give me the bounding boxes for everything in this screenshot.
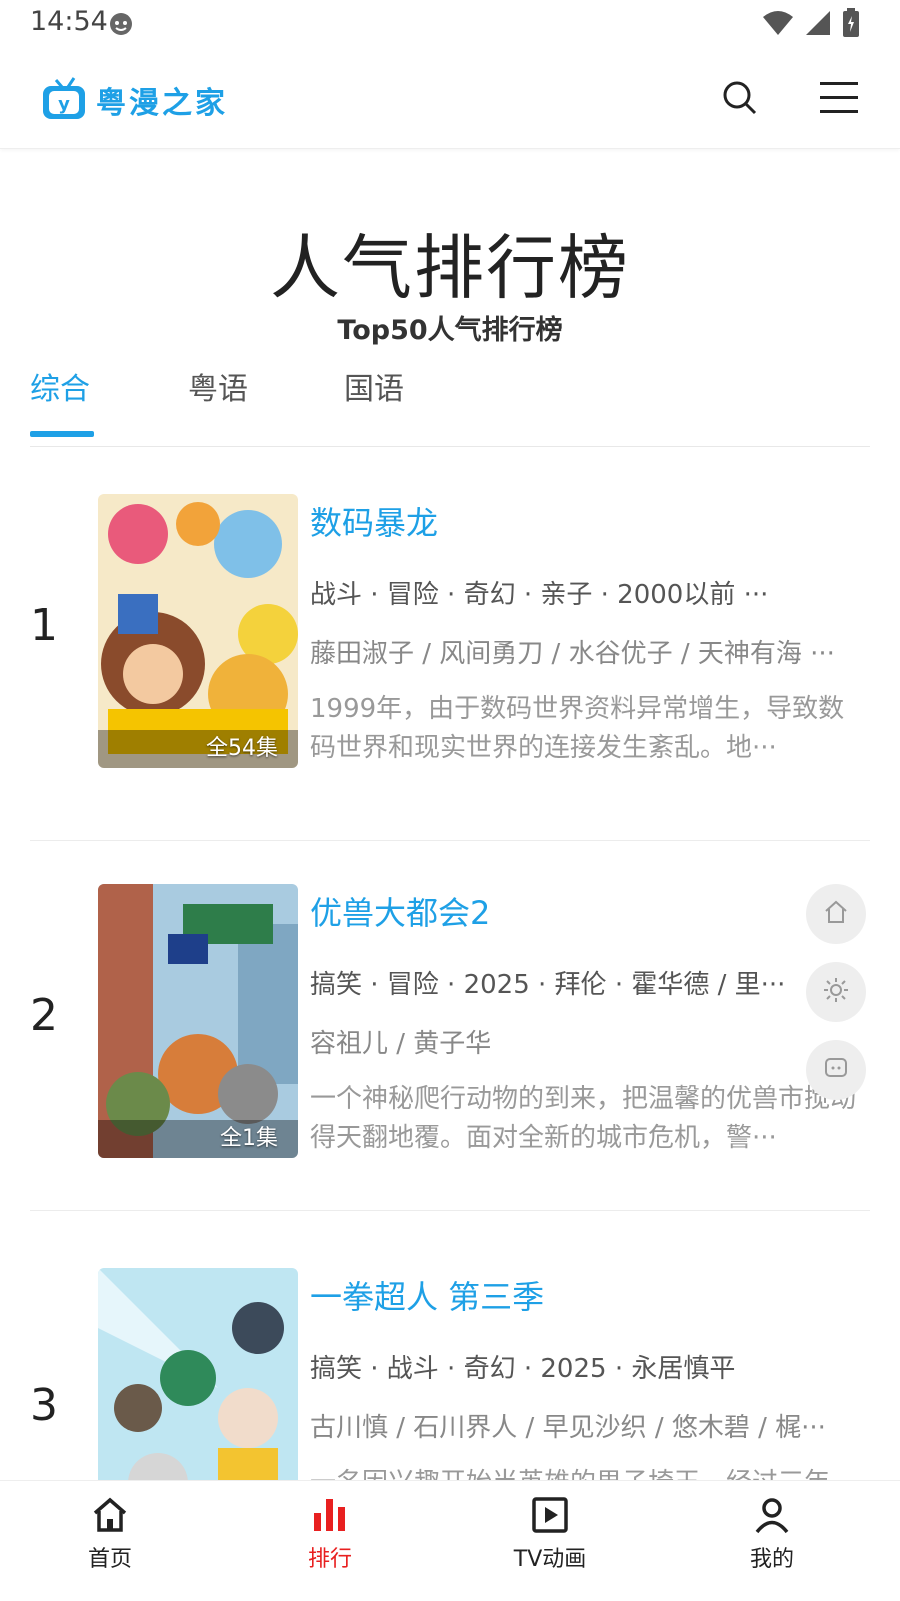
nav-label: 排行 bbox=[307, 1547, 352, 1572]
float-home-button[interactable] bbox=[806, 884, 866, 944]
item-tags: 搞笑 · 冒险 · 2025 · 拜伦 · 霍华德 / 里··· bbox=[310, 970, 786, 1000]
item-tags: 搞笑 · 战斗 · 奇幻 · 2025 · 永居慎平 bbox=[310, 1354, 736, 1384]
notification-face-icon bbox=[108, 11, 134, 41]
page-subtitle: Top50人气排行榜 bbox=[337, 315, 563, 346]
ranking-list-item[interactable]: 1 全54集 数码暴龙 战斗 · 冒险 · 奇幻 · 亲子 · 2000以前 ·… bbox=[30, 450, 870, 841]
bar-chart-icon bbox=[270, 1493, 390, 1537]
sun-icon bbox=[822, 976, 850, 1008]
nav-profile[interactable]: 我的 bbox=[712, 1493, 832, 1573]
item-cast: 古川慎 / 石川界人 / 早见沙织 / 悠木碧 / 梶··· bbox=[310, 1413, 826, 1443]
rank-number: 2 bbox=[30, 990, 58, 1041]
page-title: 人气排行榜 bbox=[270, 227, 630, 309]
menu-button[interactable] bbox=[818, 78, 860, 118]
episode-count-badge: 全1集 bbox=[220, 1126, 278, 1151]
item-description: 一个神秘爬行动物的到来，把温馨的优兽市搅动得天翻地覆。面对全新的城市危机，警··… bbox=[310, 1084, 857, 1153]
wifi-icon bbox=[762, 9, 794, 41]
item-description: 1999年，由于数码世界资料异常增生，导致数码世界和现实世界的连接发生紊乱。地·… bbox=[310, 694, 845, 763]
episode-count-badge: 全54集 bbox=[206, 736, 278, 761]
home-icon bbox=[822, 898, 850, 930]
active-tab-indicator bbox=[30, 431, 94, 437]
item-cast: 容祖儿 / 黄子华 bbox=[310, 1029, 492, 1059]
play-square-icon bbox=[490, 1493, 610, 1537]
item-tags: 战斗 · 冒险 · 奇幻 · 亲子 · 2000以前 ··· bbox=[310, 580, 769, 610]
user-icon bbox=[712, 1493, 832, 1537]
search-icon bbox=[720, 81, 760, 122]
item-description: 一名因兴趣开始当英雄的男子埼玉，经过三年 bbox=[310, 1464, 870, 1480]
tab-comprehensive[interactable]: 综合 bbox=[30, 360, 90, 430]
ranking-list-item[interactable]: 2 全1集 优兽大都会2 搞笑 · 冒险 · 2025 · 拜伦 · 霍华德 /… bbox=[30, 840, 870, 1211]
item-info: 数码暴龙 战斗 · 冒险 · 奇幻 · 亲子 · 2000以前 ··· 藤田淑子… bbox=[310, 498, 870, 768]
item-info: 一拳超人 第三季 搞笑 · 战斗 · 奇幻 · 2025 · 永居慎平 古川慎 … bbox=[310, 1272, 870, 1480]
rank-number: 1 bbox=[30, 600, 58, 651]
item-title[interactable]: 一拳超人 第三季 bbox=[310, 1272, 870, 1318]
item-title[interactable]: 数码暴龙 bbox=[310, 498, 870, 544]
nav-label: TV动画 bbox=[513, 1547, 587, 1572]
battery-icon bbox=[842, 8, 860, 42]
poster-image[interactable]: 全1集 bbox=[98, 884, 298, 1158]
ranking-list-item[interactable]: 3 一拳超人 第三季 搞笑 · 战斗 · 奇幻 · 2025 · 永居慎平 古川… bbox=[30, 1230, 870, 1480]
hamburger-menu-icon bbox=[818, 82, 860, 122]
item-cast: 藤田淑子 / 风间勇刀 / 水谷优子 / 天神有海 ··· bbox=[310, 639, 835, 669]
chat-icon bbox=[822, 1054, 850, 1086]
signal-icon bbox=[804, 9, 832, 41]
float-theme-button[interactable] bbox=[806, 962, 866, 1022]
ranking-tabs: 综合 粤语 国语 bbox=[30, 360, 870, 447]
nav-ranking[interactable]: 排行 bbox=[270, 1493, 390, 1573]
rank-number: 3 bbox=[30, 1380, 58, 1431]
item-info: 优兽大都会2 搞笑 · 冒险 · 2025 · 拜伦 · 霍华德 / 里··· … bbox=[310, 888, 870, 1158]
poster-image[interactable]: 全54集 bbox=[98, 494, 298, 768]
bottom-navigation: 首页 排行 TV动画 我的 bbox=[0, 1480, 900, 1601]
item-title[interactable]: 优兽大都会2 bbox=[310, 888, 870, 934]
tv-logo-icon: y bbox=[40, 74, 90, 126]
home-icon bbox=[50, 1493, 170, 1537]
float-chat-button[interactable] bbox=[806, 1040, 866, 1100]
poster-image[interactable] bbox=[98, 1268, 298, 1480]
status-time: 14:54 bbox=[30, 6, 108, 37]
site-logo[interactable]: y 粤漫之家 bbox=[40, 74, 228, 126]
logo-text: 粤漫之家 bbox=[96, 86, 228, 121]
status-bar: 14:54 bbox=[0, 0, 900, 46]
tab-mandarin[interactable]: 国语 bbox=[344, 360, 404, 430]
nav-tv-anime[interactable]: TV动画 bbox=[490, 1493, 610, 1573]
nav-label: 首页 bbox=[87, 1547, 132, 1572]
nav-label: 我的 bbox=[749, 1547, 794, 1572]
nav-home[interactable]: 首页 bbox=[50, 1493, 170, 1573]
tab-cantonese[interactable]: 粤语 bbox=[188, 360, 248, 430]
svg-text:y: y bbox=[58, 94, 70, 115]
search-button[interactable] bbox=[720, 78, 760, 118]
top-bar: y 粤漫之家 bbox=[0, 56, 900, 149]
